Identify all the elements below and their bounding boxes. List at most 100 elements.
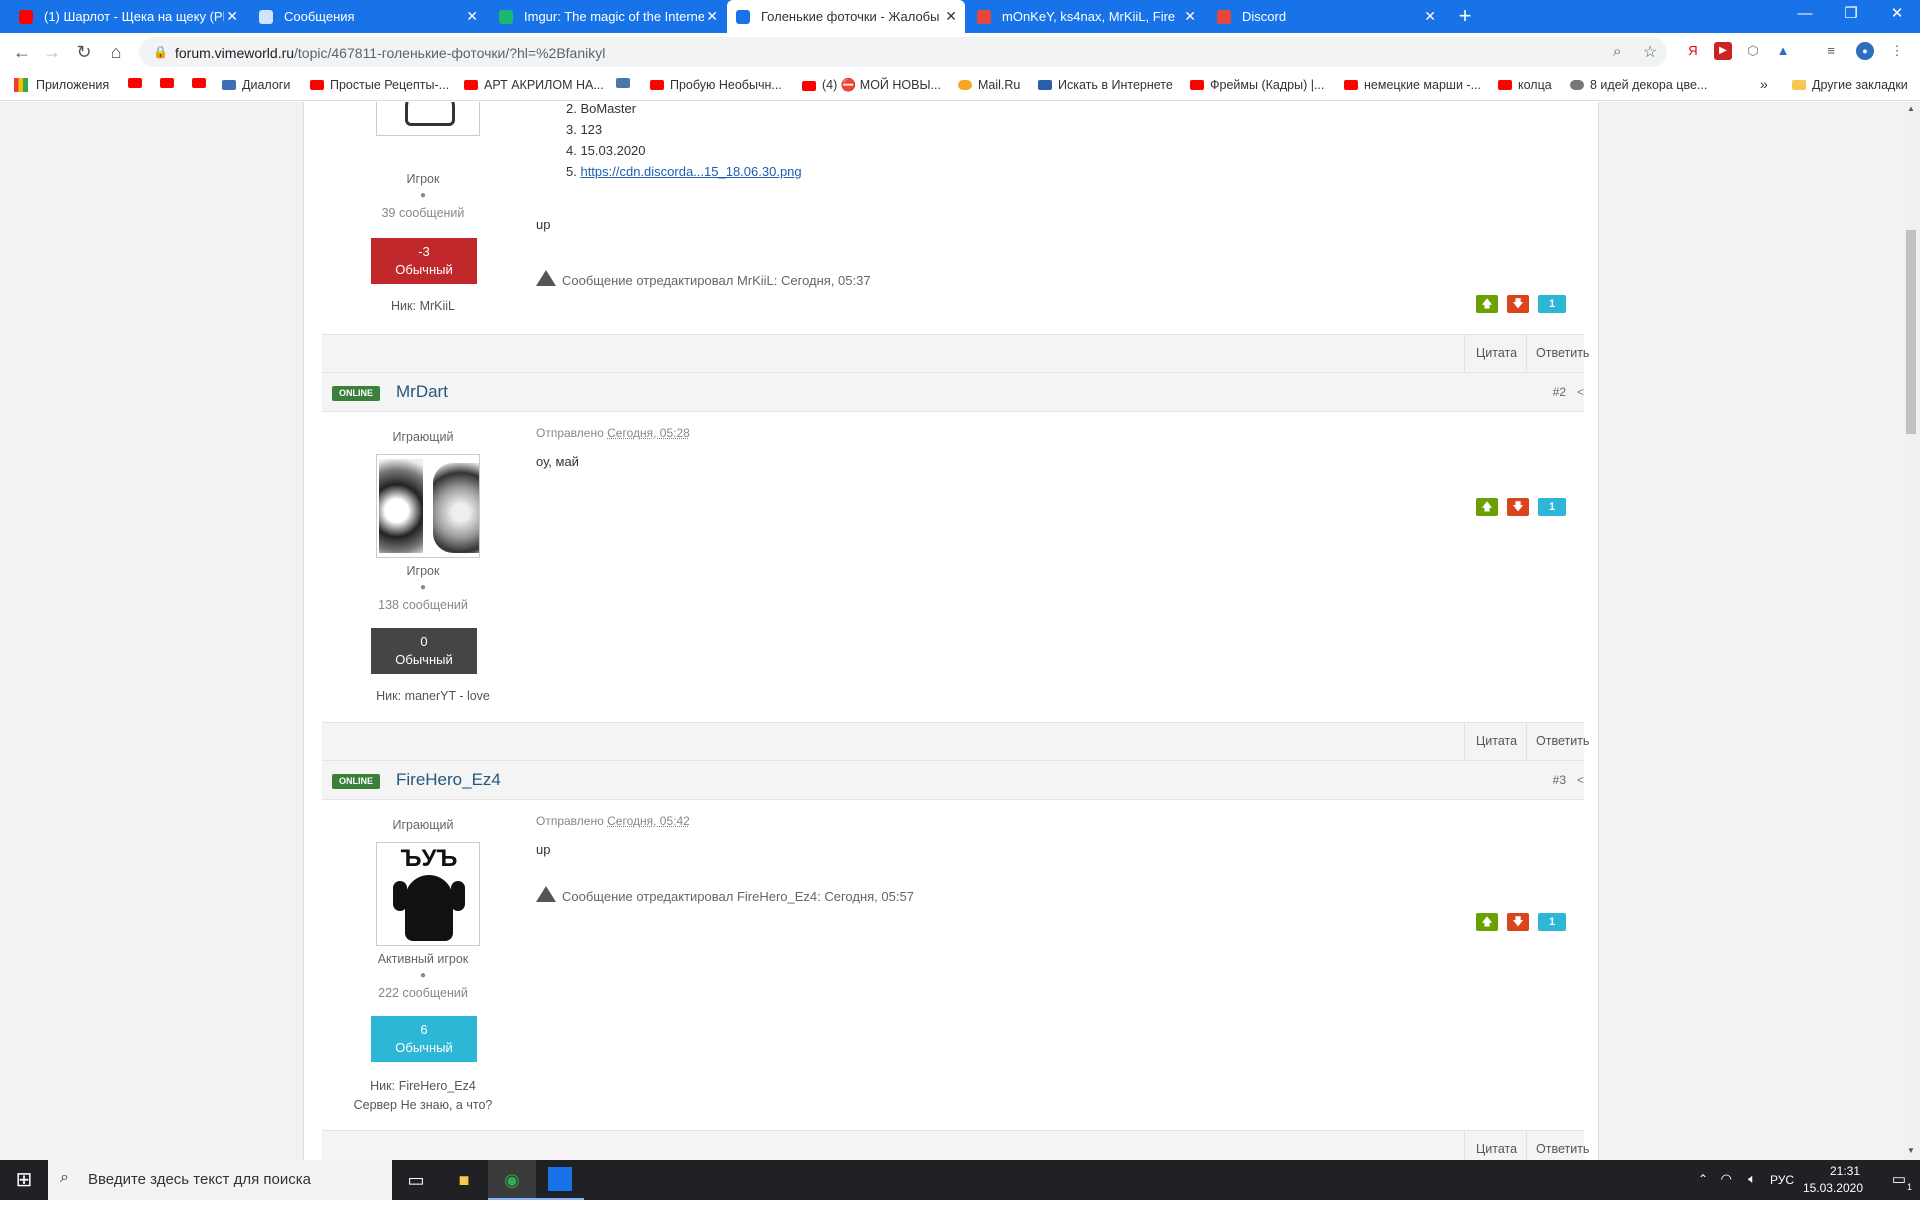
- quote-button[interactable]: Цитата: [1476, 734, 1517, 748]
- volume-icon[interactable]: 🔈︎: [1748, 1171, 1756, 1187]
- message-count[interactable]: 222 сообщений: [338, 986, 508, 1000]
- bookmark-search[interactable]: Искать в Интернете: [1038, 78, 1173, 92]
- tab-discord[interactable]: Discord ✕: [1208, 0, 1444, 33]
- clock-date[interactable]: 15.03.2020: [1803, 1181, 1863, 1195]
- forward-icon[interactable]: →: [40, 40, 64, 64]
- bookmark-dialogs[interactable]: Диалоги: [222, 78, 290, 92]
- bookmarks-overflow-button[interactable]: »: [1760, 76, 1768, 92]
- close-tab-icon[interactable]: ✕: [706, 8, 718, 24]
- bookmark-marches[interactable]: немецкие марши -...: [1344, 78, 1481, 92]
- media-controls-icon[interactable]: ≡: [1822, 42, 1840, 60]
- tab-messages[interactable]: Сообщения ✕: [250, 0, 486, 33]
- avatar[interactable]: ЪУЪ: [376, 842, 480, 946]
- share-icon[interactable]: <: [1577, 385, 1584, 399]
- network-icon[interactable]: ◠: [1721, 1171, 1732, 1187]
- avatar-image: [433, 463, 479, 553]
- vote-up-button[interactable]: 🡅: [1476, 498, 1498, 516]
- vote-up-button[interactable]: 🡅: [1476, 295, 1498, 313]
- reload-icon[interactable]: ↻: [72, 40, 96, 64]
- scrollbar-thumb[interactable]: [1906, 230, 1916, 434]
- extension-vpn-icon[interactable]: ▲: [1774, 42, 1792, 60]
- home-icon[interactable]: ⌂: [104, 40, 128, 64]
- extension-hex-icon[interactable]: ⬡: [1744, 42, 1762, 60]
- bookmark-mailru[interactable]: Mail.Ru: [958, 78, 1020, 92]
- online-badge: ONLINE: [332, 774, 380, 789]
- profile-avatar[interactable]: ●: [1856, 42, 1874, 60]
- zoom-icon[interactable]: ⌕: [1613, 43, 1621, 60]
- bookmark-decor[interactable]: 8 идей декора цве...: [1570, 78, 1707, 92]
- scroll-down-arrow[interactable]: ▼: [1907, 1146, 1915, 1155]
- poster-role: Игрок: [406, 564, 440, 578]
- vote-down-button[interactable]: 🡇: [1507, 498, 1529, 516]
- bookmark-apps[interactable]: Приложения: [14, 78, 109, 92]
- bookmark-probuyu[interactable]: Пробую Необычн...: [650, 78, 782, 92]
- quote-button[interactable]: Цитата: [1476, 1142, 1517, 1156]
- close-tab-icon[interactable]: ✕: [945, 8, 957, 24]
- yandex-icon[interactable]: Я: [1684, 42, 1702, 60]
- post-2: Играющий Игрок ● 138 сообщений 0 Обычный…: [322, 412, 1584, 680]
- page-scrollbar[interactable]: ▲ ▼: [1902, 102, 1920, 1160]
- close-tab-icon[interactable]: ✕: [226, 8, 238, 24]
- vote-down-button[interactable]: 🡇: [1507, 913, 1529, 931]
- address-bar[interactable]: 🔒 forum.vimeworld.ru/topic/467811-голень…: [139, 37, 1667, 67]
- task-view-icon[interactable]: ▭: [392, 1160, 440, 1200]
- tab-vimeworld-active[interactable]: Голенькие фоточки - Жалобы н ✕: [727, 0, 965, 33]
- clock-time[interactable]: 21:31: [1830, 1164, 1860, 1178]
- sent-time: Сегодня, 05:42: [607, 814, 690, 828]
- back-icon[interactable]: ←: [10, 40, 34, 64]
- windows-start-icon[interactable]: ⊞: [0, 1160, 48, 1200]
- bookmark-label: (4) ⛔ МОЙ НОВЫ...: [822, 78, 941, 92]
- new-tab-button[interactable]: +: [1452, 3, 1478, 29]
- close-tab-icon[interactable]: ✕: [1184, 8, 1196, 24]
- bookmark-frames[interactable]: Фреймы (Кадры) |...: [1190, 78, 1324, 92]
- tab-title: Голенькие фоточки - Жалобы н: [761, 9, 941, 24]
- maximize-button[interactable]: ❐: [1828, 0, 1874, 30]
- post-number[interactable]: #3: [1553, 773, 1566, 787]
- quote-button[interactable]: Цитата: [1476, 346, 1517, 360]
- reply-button[interactable]: Ответить: [1536, 1142, 1589, 1156]
- scroll-up-arrow[interactable]: ▲: [1907, 104, 1915, 113]
- other-bookmarks[interactable]: Другие закладки: [1792, 78, 1908, 92]
- bookmark-youtube-1[interactable]: [128, 78, 148, 88]
- close-tab-icon[interactable]: ✕: [466, 8, 478, 24]
- post-1-footer: Цитата Ответить: [322, 334, 1589, 373]
- chrome-icon[interactable]: ◉: [488, 1160, 536, 1200]
- minimize-button[interactable]: —: [1782, 0, 1828, 30]
- bookmark-star-icon[interactable]: ☆: [1643, 42, 1657, 62]
- bookmark-moy-novy[interactable]: (4) ⛔ МОЙ НОВЫ...: [802, 78, 941, 93]
- close-tab-icon[interactable]: ✕: [1424, 8, 1436, 24]
- bookmark-youtube-2[interactable]: [160, 78, 180, 88]
- file-explorer-icon[interactable]: ■: [440, 1160, 488, 1200]
- vote-up-button[interactable]: 🡅: [1476, 913, 1498, 931]
- avatar[interactable]: [376, 102, 480, 136]
- tab-imgur[interactable]: Imgur: The magic of the Internet ✕: [490, 0, 726, 33]
- message-count[interactable]: 39 сообщений: [338, 206, 508, 220]
- attachment-link[interactable]: https://cdn.discorda...15_18.06.30.png: [580, 164, 801, 179]
- post-author[interactable]: MrDart: [396, 382, 448, 402]
- vote-down-button[interactable]: 🡇: [1507, 295, 1529, 313]
- extension-red-icon[interactable]: ▶: [1714, 42, 1732, 60]
- tab-youtube[interactable]: (1) Шарлот - Щека на щеку (Pho ✕: [10, 0, 246, 33]
- bookmark-art[interactable]: АРТ АКРИЛОМ НА...: [464, 78, 604, 92]
- bookmark-recipes[interactable]: Простые Рецепты-...: [310, 78, 449, 92]
- avatar[interactable]: [376, 454, 480, 558]
- bookmark-koltsa[interactable]: колца: [1498, 78, 1552, 92]
- bookmark-youtube-3[interactable]: [192, 78, 212, 88]
- tab-discord-dm[interactable]: mOnKeY, ks4nax, MrKiiL, Fire ✕: [968, 0, 1204, 33]
- reply-button[interactable]: Ответить: [1536, 734, 1589, 748]
- notifications-icon[interactable]: ▭: [1892, 1170, 1906, 1188]
- vimeworld-app-icon[interactable]: [536, 1160, 584, 1200]
- reply-button[interactable]: Ответить: [1536, 346, 1589, 360]
- post-number[interactable]: #2: [1553, 385, 1566, 399]
- post-author[interactable]: FireHero_Ez4: [396, 770, 501, 790]
- bookmark-vk[interactable]: [616, 78, 636, 88]
- share-icon[interactable]: <: [1577, 773, 1584, 787]
- tray-chevron-icon[interactable]: ⌃: [1698, 1172, 1708, 1186]
- close-window-button[interactable]: ✕: [1874, 0, 1920, 30]
- vote-count: 1: [1538, 498, 1566, 516]
- taskbar-search[interactable]: ⌕ Введите здесь текст для поиска: [48, 1160, 392, 1200]
- message-count[interactable]: 138 сообщений: [338, 598, 508, 612]
- menu-icon[interactable]: ⋮: [1888, 42, 1906, 60]
- language-indicator[interactable]: РУС: [1770, 1173, 1794, 1187]
- vk-icon: [616, 78, 630, 88]
